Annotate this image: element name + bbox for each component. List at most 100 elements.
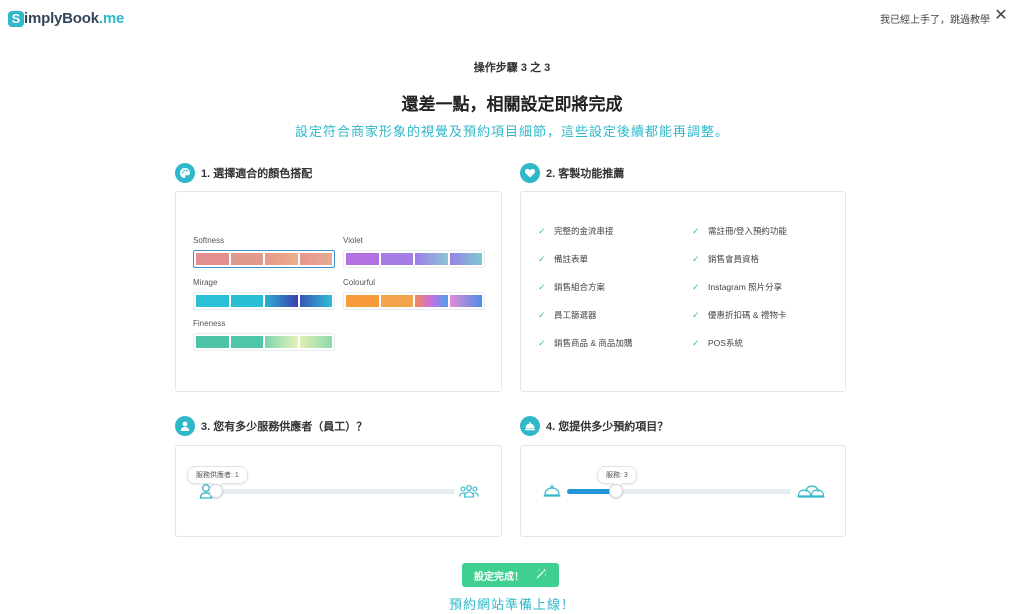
feature-label: 優惠折扣碼 & 禮物卡 [708, 310, 787, 320]
services-slider-thumb[interactable] [609, 484, 623, 498]
feature-label: POS系統 [708, 338, 743, 348]
finish-setup-button[interactable]: 設定完成！ [462, 563, 559, 587]
check-icon: ✓ [692, 337, 700, 348]
providers-card: 服務供應者: 1 [175, 445, 502, 537]
feature-label: 銷售組合方案 [554, 282, 606, 292]
color-swatch [196, 336, 229, 348]
check-icon: ✓ [538, 337, 546, 348]
palette-option-softness[interactable]: Softness [193, 236, 335, 268]
feature-label: 備註表單 [554, 254, 589, 264]
palette-name: Softness [193, 236, 225, 245]
color-swatch [449, 295, 482, 307]
feature-item[interactable]: ✓ Instagram 照片分享 [692, 281, 782, 293]
palette-name: Colourful [343, 278, 376, 287]
logo-mark: S [8, 10, 24, 27]
palette-name: Mirage [193, 278, 218, 287]
close-icon[interactable]: ✕ [994, 7, 1008, 25]
palette-name: Violet [343, 236, 363, 245]
color-swatch [380, 295, 413, 307]
palette-icon [175, 163, 195, 183]
providers-slider-track[interactable] [212, 489, 455, 494]
feature-item[interactable]: ✓ 需註冊/登入預約功能 [692, 225, 787, 237]
palette-swatches [343, 292, 485, 310]
palette-name: Fineness [193, 319, 226, 328]
color-swatch [230, 295, 263, 307]
feature-item[interactable]: ✓ POS系統 [692, 337, 743, 349]
palette-swatches [193, 333, 335, 351]
skip-tutorial-link[interactable]: 我已經上手了，跳過教學 [880, 11, 990, 26]
feature-item[interactable]: ✓ 備註表單 [538, 253, 588, 265]
section-providers-header: 3. 您有多少服務供應者（員工）？ [175, 416, 367, 436]
palette-swatches [343, 250, 485, 268]
services-card: 服務: 3 [520, 445, 846, 537]
section-colors-title: 1. 選擇適合的顏色搭配 [201, 168, 313, 180]
color-swatch [299, 295, 332, 307]
cloche-icon [520, 416, 540, 436]
magic-wand-icon [536, 568, 547, 582]
ready-to-launch-text: 預約網站準備上線！ [448, 598, 575, 613]
feature-item[interactable]: ✓ 銷售組合方案 [538, 281, 605, 293]
services-tooltip: 服務: 3 [597, 466, 637, 484]
step-indicator: 操作步驟 3 之 3 [473, 62, 551, 74]
color-swatch [299, 253, 332, 265]
color-swatch [415, 253, 448, 265]
palette-swatches [193, 250, 335, 268]
check-icon: ✓ [538, 253, 546, 264]
feature-label: 完整的金流串接 [554, 226, 614, 236]
logo-suffix: .me [98, 10, 125, 27]
check-icon: ✓ [538, 225, 546, 236]
finish-setup-label: 設定完成！ [474, 571, 524, 583]
section-services-header: 4. 您提供多少預約項目？ [520, 416, 668, 436]
logo-text: implyBook.me [24, 10, 124, 27]
feature-item[interactable]: ✓ 銷售會員資格 [692, 253, 759, 265]
color-swatch [299, 336, 332, 348]
user-icon [175, 416, 195, 436]
color-swatch [230, 253, 263, 265]
feature-label: Instagram 照片分享 [708, 282, 783, 292]
color-swatch [265, 253, 298, 265]
palette-option-violet[interactable]: Violet [343, 236, 485, 268]
feature-item[interactable]: ✓ 完整的金流串接 [538, 225, 614, 237]
multiple-cloche-icon [797, 483, 825, 499]
heart-icon [520, 163, 540, 183]
feature-label: 需註冊/登入預約功能 [708, 226, 787, 236]
palette-option-mirage[interactable]: Mirage [193, 278, 335, 310]
feature-label: 員工篩選器 [554, 310, 597, 320]
single-cloche-icon [542, 484, 562, 498]
providers-tooltip: 服務供應者: 1 [187, 466, 248, 484]
check-icon: ✓ [692, 253, 700, 264]
feature-item[interactable]: ✓ 銷售商品 & 商品加購 [538, 337, 632, 349]
color-palette-card: Softness Violet Mirage Colourful Finenes… [175, 191, 502, 392]
section-features-header: 2. 客製功能推薦 [520, 163, 624, 183]
section-colors-header: 1. 選擇適合的顏色搭配 [175, 163, 312, 183]
color-swatch [196, 253, 229, 265]
check-icon: ✓ [538, 309, 546, 320]
color-swatch [196, 295, 229, 307]
feature-item[interactable]: ✓ 優惠折扣碼 & 禮物卡 [692, 309, 786, 321]
feature-item[interactable]: ✓ 員工篩選器 [538, 309, 597, 321]
color-swatch [449, 253, 482, 265]
logo[interactable]: S implyBook.me [8, 10, 124, 27]
feature-label: 銷售商品 & 商品加購 [554, 338, 633, 348]
providers-slider-thumb[interactable] [209, 484, 223, 498]
color-swatch [265, 295, 298, 307]
group-users-icon [459, 484, 479, 498]
check-icon: ✓ [692, 309, 700, 320]
feature-label: 銷售會員資格 [708, 254, 760, 264]
palette-swatches [193, 292, 335, 310]
palette-option-fineness[interactable]: Fineness [193, 319, 335, 351]
section-providers-title: 3. 您有多少服務供應者（員工）？ [201, 421, 368, 433]
color-swatch [346, 295, 379, 307]
color-swatch [265, 336, 298, 348]
page-subtitle: 設定符合商家形象的視覺及預約項目細節，這些設定後續都能再調整。 [294, 125, 729, 140]
color-swatch [230, 336, 263, 348]
color-swatch [346, 253, 379, 265]
top-bar: S implyBook.me 我已經上手了，跳過教學 ✕ [0, 0, 1024, 34]
section-services-title: 4. 您提供多少預約項目？ [546, 421, 669, 433]
check-icon: ✓ [692, 281, 700, 292]
page-title: 還差一點，相關設定即將完成 [401, 95, 623, 114]
palette-option-colourful[interactable]: Colourful [343, 278, 485, 310]
features-card: ✓ 完整的金流串接 ✓ 備註表單 ✓ 銷售組合方案 ✓ 員工篩選器 ✓ 銷售商品 & 商品… [520, 191, 846, 392]
logo-brand: implyBook [24, 10, 99, 27]
color-swatch [415, 295, 448, 307]
